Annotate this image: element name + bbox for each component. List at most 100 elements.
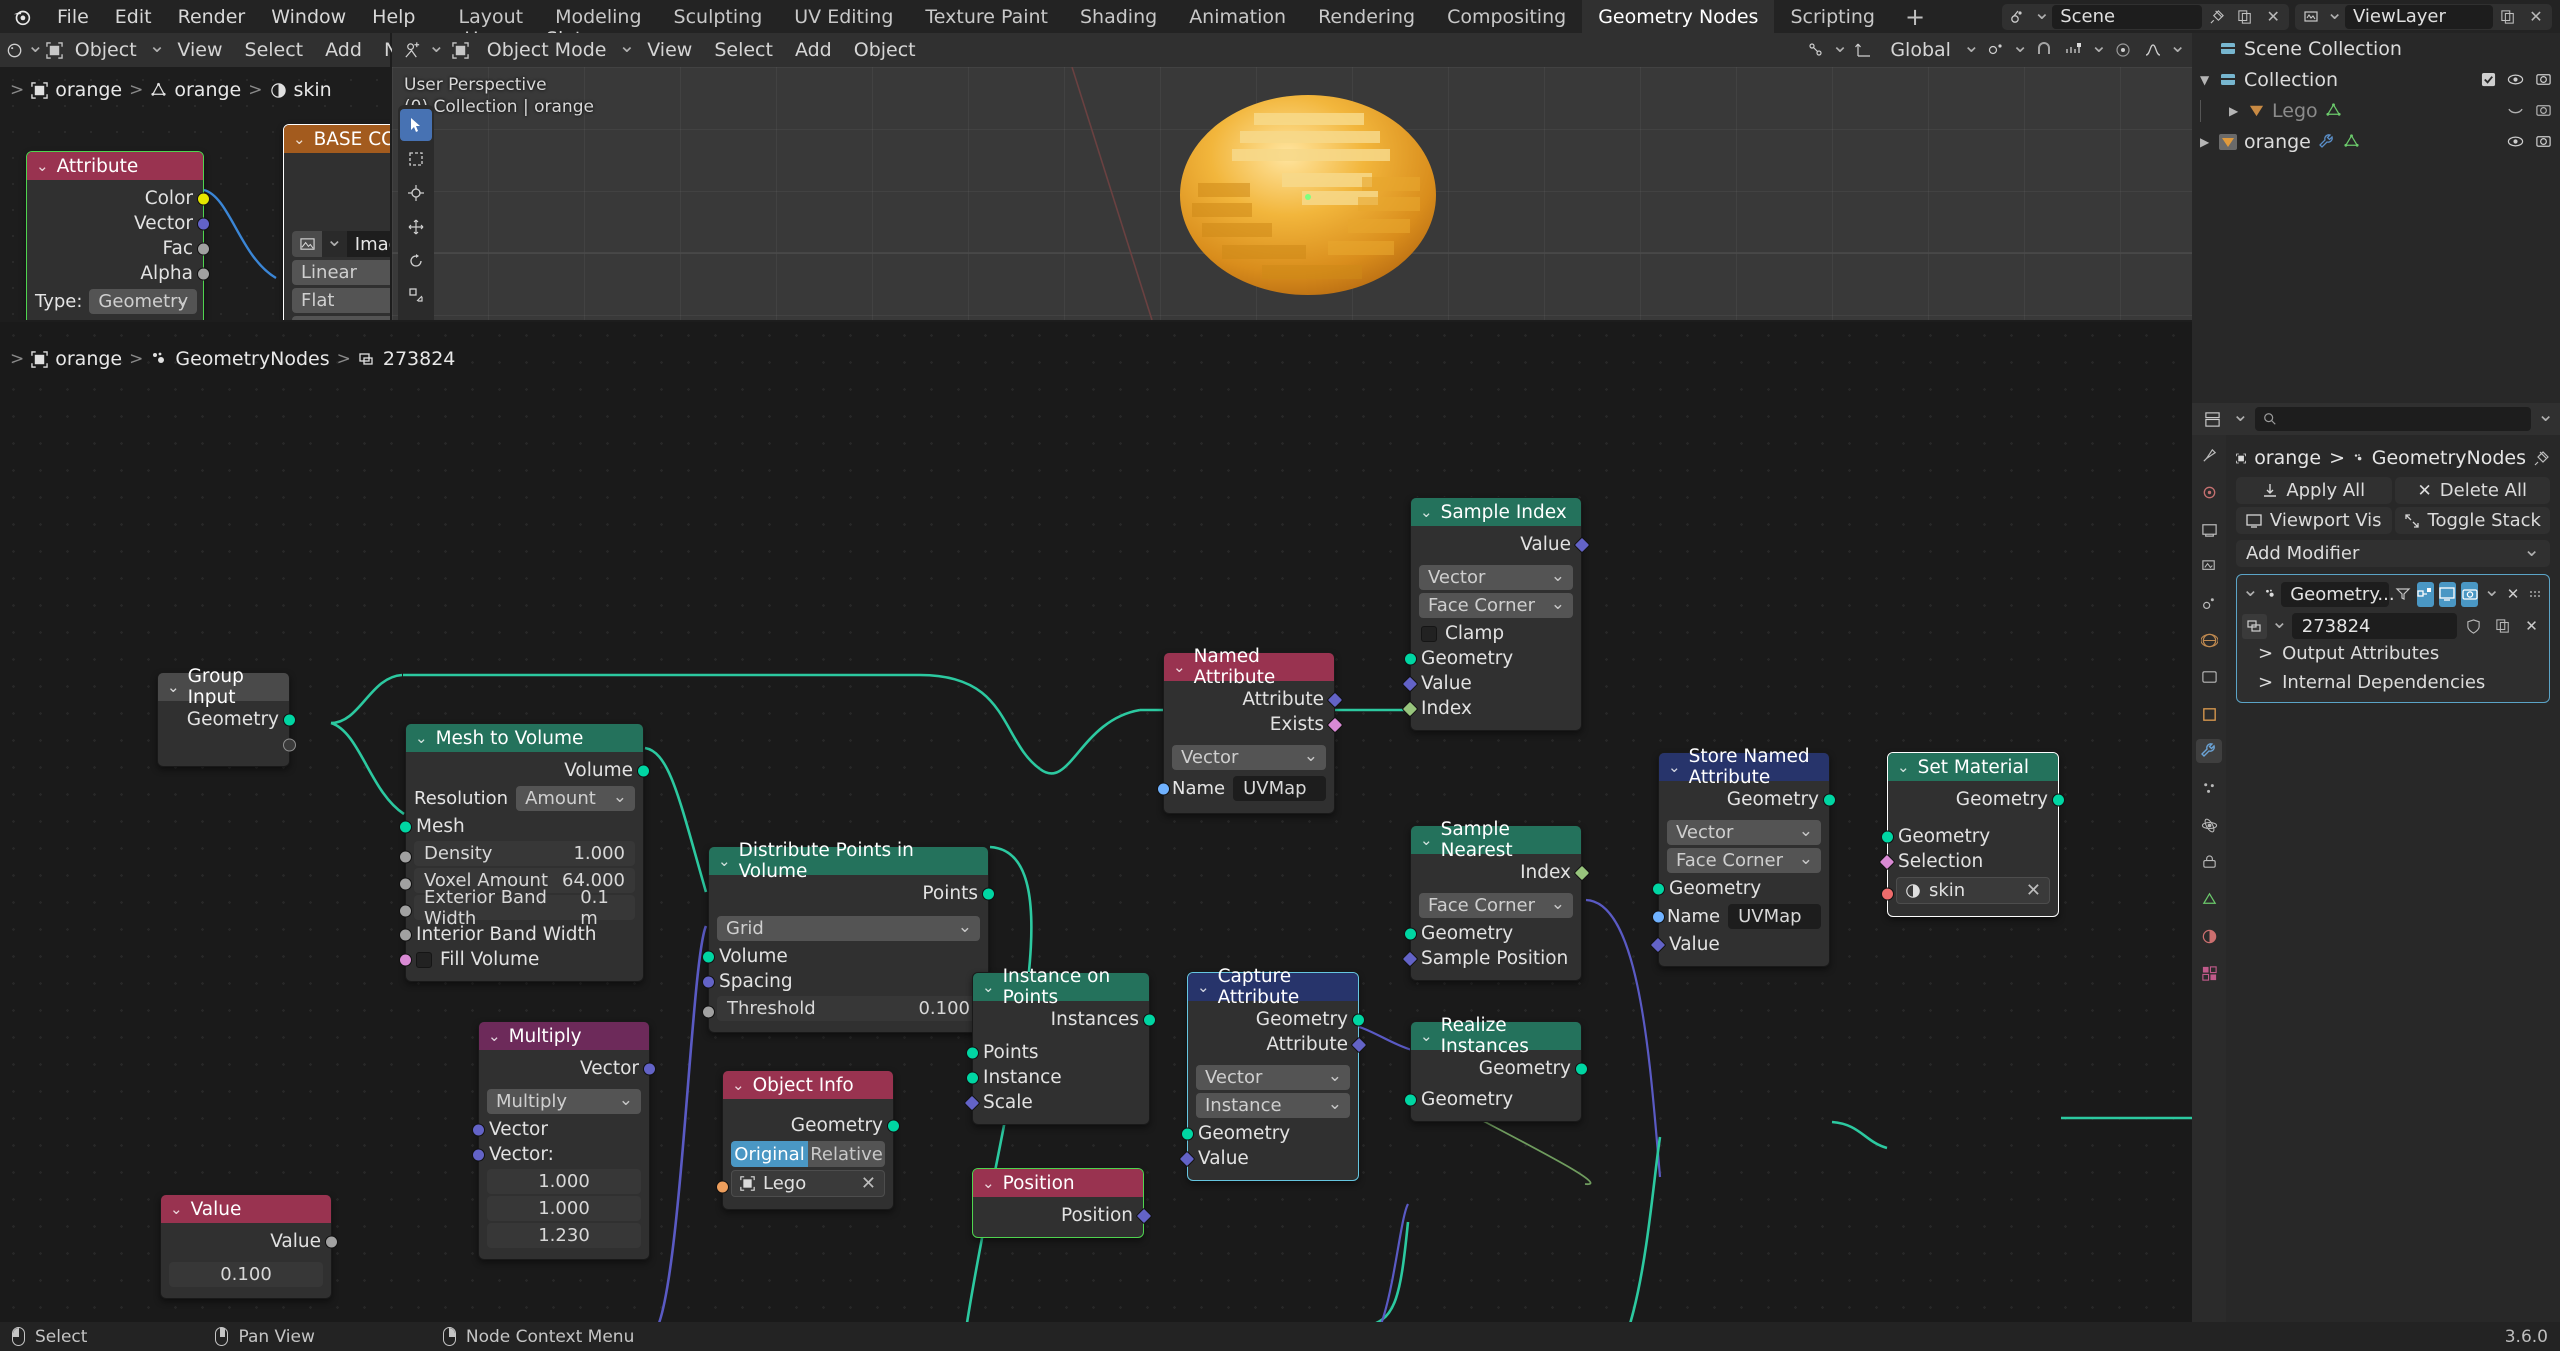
node-header[interactable]: ⌄ Object Info <box>723 1071 893 1099</box>
image-chevron-down-icon[interactable] <box>326 232 343 256</box>
socket-instances[interactable] <box>1143 1013 1156 1026</box>
node-header[interactable]: ⌄ Instance on Points <box>973 966 1149 1008</box>
tab-output[interactable] <box>2196 517 2222 541</box>
vector-z-input[interactable]: 1.230 <box>487 1223 641 1248</box>
image-name-field[interactable]: Image_0 <box>346 231 390 257</box>
node-group-icon[interactable] <box>2242 613 2267 639</box>
eye-icon[interactable] <box>2507 71 2524 88</box>
collapse-chevron-icon[interactable]: ⌄ <box>1173 658 1186 676</box>
resolution-dropdown[interactable]: Amount ⌄ <box>516 786 635 811</box>
outliner-row-orange[interactable]: ▶ orange <box>2192 126 2560 157</box>
transform-orientation-icon[interactable] <box>1850 37 1878 63</box>
name-input[interactable]: UVMap <box>1233 776 1326 801</box>
viewlayer-selector[interactable]: ViewLayer ✕ <box>2295 3 2552 30</box>
socket-volume[interactable] <box>637 764 650 777</box>
socket-sample-position[interactable] <box>1401 950 1419 967</box>
interpolation-dropdown[interactable]: Linear ⌄ <box>292 260 390 285</box>
socket-fill-volume[interactable] <box>399 953 412 966</box>
viewlayer-chevron-down-icon[interactable] <box>2326 5 2343 29</box>
tab-object-data[interactable] <box>2196 887 2222 911</box>
shader-mode-chevron-down-icon[interactable] <box>149 38 166 62</box>
socket-index[interactable] <box>1401 700 1419 717</box>
falloff-curve-icon[interactable] <box>2139 37 2167 63</box>
node-header[interactable]: ⌄ Capture Attribute <box>1188 966 1358 1008</box>
data-type-dropdown[interactable]: Vector ⌄ <box>1667 820 1821 845</box>
collapse-chevron-icon[interactable]: ⌄ <box>732 1076 745 1094</box>
clear-object-icon[interactable]: ✕ <box>861 1173 876 1194</box>
collapse-chevron-icon[interactable]: ⌄ <box>170 1200 183 1218</box>
pivot-chevron-down-icon[interactable] <box>2012 38 2029 62</box>
socket-name[interactable] <box>1157 782 1170 796</box>
camera-icon[interactable] <box>2535 102 2552 119</box>
delete-scene-icon[interactable]: ✕ <box>2260 5 2286 29</box>
socket-geometry-in[interactable] <box>1181 1127 1194 1140</box>
collapse-chevron-icon[interactable]: ⌄ <box>1420 831 1433 849</box>
delete-all-button[interactable]: ✕ Delete All <box>2394 477 2550 504</box>
collapse-chevron-icon[interactable]: ⌄ <box>293 130 306 148</box>
operation-dropdown[interactable]: Multiply ⌄ <box>487 1089 641 1114</box>
node-instance-on-points[interactable]: ⌄ Instance on Points Instances Points In… <box>963 966 1156 1125</box>
tab-physics[interactable] <box>2196 813 2222 837</box>
tab-object[interactable] <box>2196 702 2222 726</box>
transform-orientation-label[interactable]: Global <box>1880 39 1961 61</box>
editor-type-chevron-down-icon[interactable] <box>27 38 44 62</box>
node-header[interactable]: ⌄ Sample Index <box>1411 498 1581 526</box>
socket-mesh[interactable] <box>399 820 412 833</box>
domain-dropdown[interactable]: Face Corner ⌄ <box>1419 593 1573 618</box>
properties-search-input[interactable] <box>2254 407 2532 431</box>
socket-attribute[interactable] <box>1350 1036 1368 1053</box>
tab-scene[interactable] <box>2196 591 2222 615</box>
unlink-node-group-icon[interactable]: ✕ <box>2519 614 2544 639</box>
value-input[interactable]: 0.100 <box>169 1262 323 1287</box>
render-display-toggle[interactable] <box>2461 581 2479 607</box>
tab-geometry-nodes[interactable]: Geometry Nodes <box>1582 0 1775 33</box>
fake-user-shield-icon[interactable] <box>2461 614 2486 639</box>
socket-voxel-amount[interactable] <box>399 877 412 891</box>
socket-geometry-out[interactable] <box>1575 1062 1588 1075</box>
socket-geometry[interactable] <box>887 1119 900 1132</box>
mesh-data-icon[interactable] <box>2343 133 2360 150</box>
socket-vector-a[interactable] <box>472 1123 485 1136</box>
socket-threshold[interactable] <box>702 1005 715 1019</box>
socket-index[interactable] <box>1573 864 1591 881</box>
shader-node-editor[interactable]: > orange > orange > skin ⌄ Attribute Col… <box>0 67 390 320</box>
domain-dropdown[interactable]: Face Corner ⌄ <box>1419 893 1573 918</box>
socket-attribute[interactable] <box>1326 691 1344 708</box>
tab-collection[interactable] <box>2196 665 2222 689</box>
node-distribute-points-in-volume[interactable]: ⌄ Distribute Points in Volume Points Gri… <box>702 840 995 1033</box>
snap-target-icon[interactable] <box>1802 37 1830 63</box>
socket-position[interactable] <box>1135 1207 1153 1224</box>
toggle-stack-button[interactable]: Toggle Stack <box>2394 507 2550 534</box>
camera-icon[interactable] <box>2535 133 2552 150</box>
node-realize-instances[interactable]: ⌄ Realize Instances Geometry Geometry <box>1404 1015 1588 1122</box>
scene-chevron-down-icon[interactable] <box>2033 5 2050 29</box>
geometry-node-editor[interactable]: > orange > GeometryNodes > 273824 ⌄ Grou… <box>0 322 2322 1322</box>
socket-exterior-band-width[interactable] <box>399 904 412 918</box>
snap-target-chevron-down-icon[interactable] <box>1832 38 1849 62</box>
tool-box-select-icon[interactable] <box>400 143 432 175</box>
viewport-mode-chevron-down-icon[interactable] <box>618 38 635 62</box>
distribution-method-dropdown[interactable]: Grid ⌄ <box>717 916 980 941</box>
socket-density[interactable] <box>399 850 412 864</box>
node-header[interactable]: ⌄ Position <box>973 1169 1143 1197</box>
proportional-edit-icon[interactable] <box>2109 37 2137 63</box>
collapse-chevron-icon[interactable]: ⌄ <box>718 852 731 870</box>
menu-file[interactable]: File <box>44 6 102 28</box>
socket-exists[interactable] <box>1326 716 1344 733</box>
tab-rendering[interactable]: Rendering <box>1302 0 1431 33</box>
socket-volume[interactable] <box>702 950 715 963</box>
node-header[interactable]: ⌄ Multiply <box>479 1022 649 1050</box>
socket-instance[interactable] <box>966 1071 979 1084</box>
socket-object[interactable] <box>716 1180 729 1194</box>
type-dropdown[interactable]: Geometry ⌄ <box>89 289 198 314</box>
remove-modifier-icon[interactable]: ✕ <box>2504 582 2521 607</box>
node-value[interactable]: ⌄ Value Value 0.100 <box>160 1194 338 1299</box>
node-header[interactable]: ⌄ Group Input <box>158 666 289 708</box>
tool-rotate-icon[interactable] <box>400 245 432 277</box>
tab-world[interactable] <box>2196 628 2222 652</box>
node-header[interactable]: ⌄ Store Named Attribute <box>1659 746 1829 788</box>
collapse-chevron-icon[interactable]: ⌄ <box>167 678 180 696</box>
snap-increment-icon[interactable] <box>2060 37 2088 63</box>
shader-menu-add[interactable]: Add <box>315 39 372 61</box>
internal-dependencies-section[interactable]: > Internal Dependencies <box>2242 668 2544 697</box>
